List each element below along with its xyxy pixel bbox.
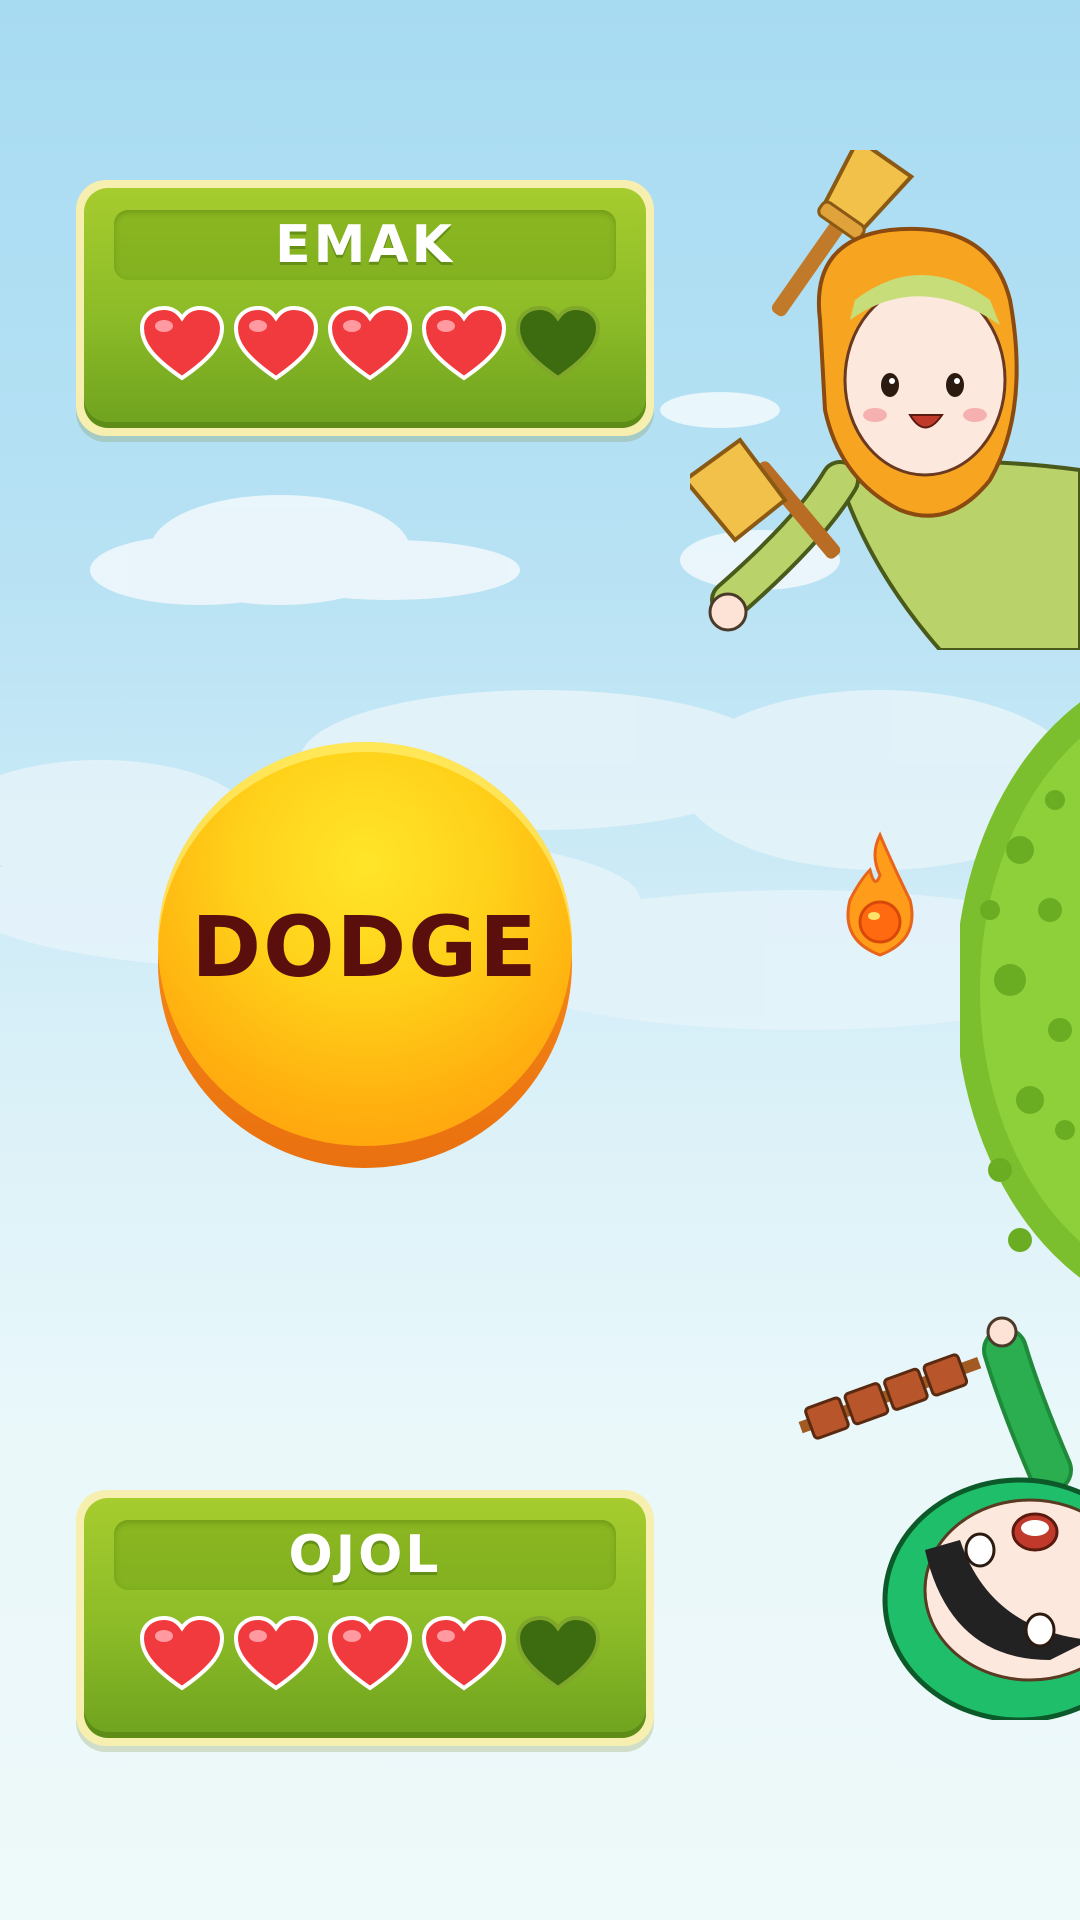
heart-empty-icon — [516, 306, 600, 382]
game-scene: EMAK DODGE OJOL — [0, 0, 1080, 1920]
ojol-character — [798, 1316, 1080, 1720]
heart-full-icon — [140, 1616, 224, 1692]
heart-full-icon — [328, 1616, 412, 1692]
heart-empty-icon — [516, 1616, 600, 1692]
health-hearts — [140, 1616, 600, 1692]
player-panel-emak: EMAK — [76, 180, 654, 436]
heart-full-icon — [234, 306, 318, 382]
heart-full-icon — [422, 306, 506, 382]
tree-bush — [960, 702, 1080, 1278]
dodge-button-label: DODGE — [191, 898, 539, 996]
heart-full-icon — [422, 1616, 506, 1692]
emak-character — [690, 150, 1080, 650]
player-panel-ojol: OJOL — [76, 1490, 654, 1746]
player-name-bar: OJOL — [114, 1520, 616, 1590]
heart-full-icon — [328, 306, 412, 382]
heart-full-icon — [140, 306, 224, 382]
dodge-button-face: DODGE — [158, 742, 572, 1146]
player-panel-body: OJOL — [84, 1498, 646, 1738]
heart-full-icon — [234, 1616, 318, 1692]
player-name: OJOL — [288, 1525, 442, 1585]
dodge-button[interactable]: DODGE — [158, 742, 572, 1168]
player-name-bar: EMAK — [114, 210, 616, 280]
health-hearts — [140, 306, 600, 382]
player-name: EMAK — [275, 215, 455, 275]
fireball-icon — [846, 831, 914, 957]
player-panel-body: EMAK — [84, 188, 646, 428]
